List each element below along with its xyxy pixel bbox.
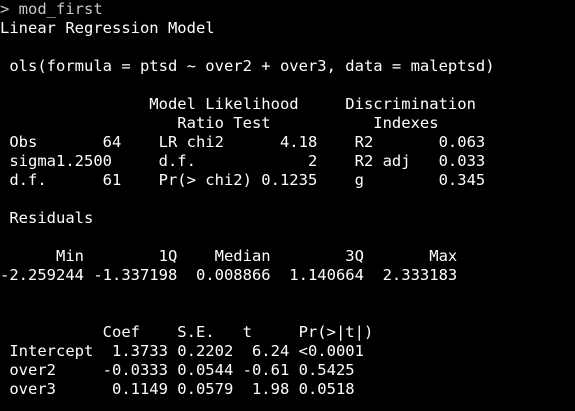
stats-header: Model Likelihood Discrimination	[0, 95, 476, 113]
stats-row: sigma1.2500 d.f. 2 R2 adj 0.033	[0, 152, 486, 170]
r-console-output: > mod_first Linear Regression Model ols(…	[0, 0, 575, 411]
residuals-heading: Residuals	[0, 209, 94, 227]
coef-row-over2: over2 -0.0333 0.0544 -0.61 0.5425	[0, 361, 355, 379]
stats-row: d.f. 61 Pr(> chi2) 0.1235 g 0.345	[0, 171, 486, 189]
output-title: Linear Regression Model	[0, 19, 215, 37]
residuals-values: -2.259244 -1.337198 0.008866 1.140664 2.…	[0, 266, 458, 284]
coef-header: Coef S.E. t Pr(>|t|)	[0, 323, 374, 341]
stats-row: Obs 64 LR chi2 4.18 R2 0.063	[0, 133, 486, 151]
coef-row-intercept: Intercept 1.3733 0.2202 6.24 <0.0001	[0, 342, 364, 360]
console-prompt: > mod_first	[0, 0, 103, 18]
stats-subheader: Ratio Test Indexes	[0, 114, 439, 132]
model-formula: ols(formula = ptsd ~ over2 + over3, data…	[0, 57, 495, 75]
coef-row-over3: over3 0.1149 0.0579 1.98 0.0518	[0, 380, 355, 398]
residuals-header: Min 1Q Median 3Q Max	[0, 247, 458, 265]
